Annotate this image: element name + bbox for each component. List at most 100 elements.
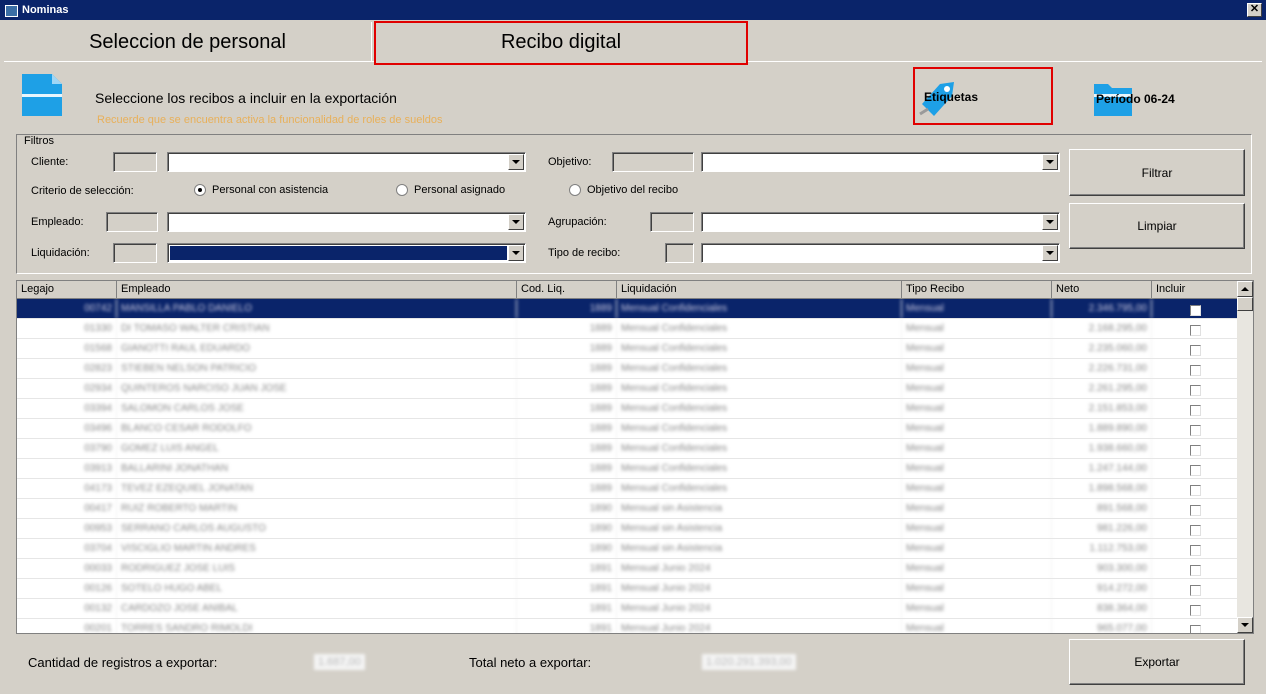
incluir-checkbox[interactable] <box>1189 565 1201 576</box>
cliente-code-input[interactable] <box>113 152 157 172</box>
table-cell: Mensual Confidenciales <box>617 339 902 358</box>
table-row[interactable]: 04173 TEVEZ EZEQUIEL JONATAN 1889 Mensual C… <box>17 479 1239 499</box>
incluir-checkbox[interactable] <box>1189 485 1201 496</box>
chevron-down-icon[interactable] <box>1042 154 1058 170</box>
table-row[interactable]: 00417 RUIZ ROBERTO MARTIN 1890 Mensual sin … <box>17 499 1239 519</box>
empleado-code-input[interactable] <box>106 212 158 232</box>
scroll-thumb[interactable] <box>1237 297 1253 311</box>
radio-personal-asignado[interactable]: Personal asignado <box>396 184 505 196</box>
table-row[interactable]: 00132 CARDOZO JOSE ANIBAL 1891 Mensual Juni… <box>17 599 1239 619</box>
column-header[interactable]: Incluir <box>1152 281 1239 299</box>
liquidacion-label: Liquidación: <box>31 247 90 259</box>
column-header[interactable]: Neto <box>1052 281 1152 299</box>
table-row[interactable]: 03790 GOMEZ LUIS ANGEL 1889 Mensual Confide… <box>17 439 1239 459</box>
incluir-checkbox[interactable] <box>1189 625 1201 633</box>
etiquetas-button[interactable]: Etiquetas <box>918 72 1048 122</box>
incluir-checkbox[interactable] <box>1189 585 1201 596</box>
incluir-checkbox[interactable] <box>1189 525 1201 536</box>
table-cell: 1889 <box>517 479 617 498</box>
table-row[interactable]: 00201 TORRES SANDRO RIMOLDI 1891 Mensual Ju… <box>17 619 1239 633</box>
incluir-checkbox[interactable] <box>1189 305 1201 316</box>
table-cell: Mensual <box>902 399 1052 418</box>
document-icon <box>22 74 62 116</box>
recibos-grid[interactable]: Legajo Empleado Cod. Liq. Liquidación Tipo R… <box>16 280 1254 634</box>
table-row[interactable]: 01330 DI TOMASO WALTER CRISTIAN 1889 Mensua… <box>17 319 1239 339</box>
incluir-checkbox[interactable] <box>1189 325 1201 336</box>
incluir-checkbox[interactable] <box>1189 345 1201 356</box>
table-cell: SERRANO CARLOS AUGUSTO <box>117 519 517 538</box>
periodo-button[interactable]: Período 06-24 <box>1090 76 1250 122</box>
close-button[interactable]: ✕ <box>1247 3 1262 17</box>
incluir-checkbox[interactable] <box>1189 465 1201 476</box>
exportar-label: Exportar <box>1134 655 1180 669</box>
objetivo-select[interactable] <box>701 152 1060 172</box>
table-cell: Mensual <box>902 499 1052 518</box>
liquidacion-select[interactable] <box>167 243 526 263</box>
table-cell: 1.247.144,00 <box>1052 459 1152 478</box>
table-cell: 00132 <box>17 599 117 618</box>
column-header[interactable]: Liquidación <box>617 281 902 299</box>
agrupacion-select[interactable] <box>701 212 1060 232</box>
liquidacion-code-input[interactable] <box>113 243 157 263</box>
cliente-select[interactable] <box>167 152 526 172</box>
incluir-checkbox[interactable] <box>1189 425 1201 436</box>
column-header[interactable]: Empleado <box>117 281 517 299</box>
chevron-down-icon[interactable] <box>1042 245 1058 261</box>
chevron-down-icon[interactable] <box>508 214 524 230</box>
tipo-recibo-select[interactable] <box>701 243 1060 263</box>
table-row[interactable]: 01568 GIANOTTI RAUL EDUARDO 1889 Mensual Co… <box>17 339 1239 359</box>
table-cell: 00742 <box>17 299 117 318</box>
table-row[interactable]: 02823 STIEBEN NELSON PATRICIO 1889 Mensual … <box>17 359 1239 379</box>
table-row[interactable]: 02934 QUINTEROS NARCISO JUAN JOSE 1889 Mens… <box>17 379 1239 399</box>
table-row[interactable]: 03394 SALOMON CARLOS JOSE 1889 Mensual Conf… <box>17 399 1239 419</box>
table-row[interactable]: 00033 RODRIGUEZ JOSE LUIS 1891 Mensual Juni… <box>17 559 1239 579</box>
empleado-select[interactable] <box>167 212 526 232</box>
table-cell: 1891 <box>517 599 617 618</box>
filtrar-button[interactable]: Filtrar <box>1069 149 1245 196</box>
chevron-down-icon[interactable] <box>508 245 524 261</box>
scroll-down-button[interactable] <box>1237 617 1253 633</box>
incluir-cell <box>1152 339 1239 358</box>
incluir-checkbox[interactable] <box>1189 405 1201 416</box>
column-header[interactable]: Legajo <box>17 281 117 299</box>
incluir-checkbox[interactable] <box>1189 445 1201 456</box>
tab-label: Seleccion de personal <box>89 30 286 53</box>
table-cell: DI TOMASO WALTER CRISTIAN <box>117 319 517 338</box>
incluir-cell <box>1152 599 1239 618</box>
table-row[interactable]: 03913 BALLARINI JONATHAN 1889 Mensual Confi… <box>17 459 1239 479</box>
table-cell: 1.898.568,00 <box>1052 479 1152 498</box>
chevron-down-icon[interactable] <box>1042 214 1058 230</box>
table-cell: 02934 <box>17 379 117 398</box>
objetivo-code-input[interactable] <box>612 152 694 172</box>
column-header[interactable]: Cod. Liq. <box>517 281 617 299</box>
table-cell: Mensual Confidenciales <box>617 379 902 398</box>
incluir-checkbox[interactable] <box>1189 365 1201 376</box>
incluir-checkbox[interactable] <box>1189 385 1201 396</box>
table-row[interactable]: 00126 SOTELO HUGO ABEL 1891 Mensual Junio 2… <box>17 579 1239 599</box>
chevron-down-icon[interactable] <box>508 154 524 170</box>
radio-personal-asistencia[interactable]: Personal con asistencia <box>194 184 328 196</box>
table-cell: Mensual Junio 2024 <box>617 619 902 633</box>
table-cell: 03790 <box>17 439 117 458</box>
scroll-up-button[interactable] <box>1237 281 1253 297</box>
tipo-recibo-code-input[interactable] <box>665 243 694 263</box>
table-row[interactable]: 00953 SERRANO CARLOS AUGUSTO 1890 Mensual s… <box>17 519 1239 539</box>
limpiar-button[interactable]: Limpiar <box>1069 203 1245 249</box>
table-cell: SOTELO HUGO ABEL <box>117 579 517 598</box>
table-row[interactable]: 00742 MANSILLA PABLO DANIELO 1889 Mensual C… <box>17 299 1239 319</box>
radio-label: Personal asignado <box>414 184 506 196</box>
table-row[interactable]: 03496 BLANCO CESAR RODOLFO 1889 Mensual Con… <box>17 419 1239 439</box>
radio-objetivo-recibo[interactable]: Objetivo del recibo <box>569 184 678 196</box>
grid-scrollbar[interactable] <box>1237 281 1253 633</box>
incluir-checkbox[interactable] <box>1189 605 1201 616</box>
table-row[interactable]: 03704 VISCIGLIO MARTIN ANDRES 1890 Mensual … <box>17 539 1239 559</box>
incluir-checkbox[interactable] <box>1189 505 1201 516</box>
incluir-cell <box>1152 459 1239 478</box>
agrupacion-code-input[interactable] <box>650 212 694 232</box>
tab-seleccion-personal[interactable]: Seleccion de personal <box>4 22 372 62</box>
column-header[interactable]: Tipo Recibo <box>902 281 1052 299</box>
table-cell: Mensual <box>902 459 1052 478</box>
tab-recibo-digital[interactable]: Recibo digital <box>374 22 748 62</box>
exportar-button[interactable]: Exportar <box>1069 639 1245 685</box>
incluir-checkbox[interactable] <box>1189 545 1201 556</box>
